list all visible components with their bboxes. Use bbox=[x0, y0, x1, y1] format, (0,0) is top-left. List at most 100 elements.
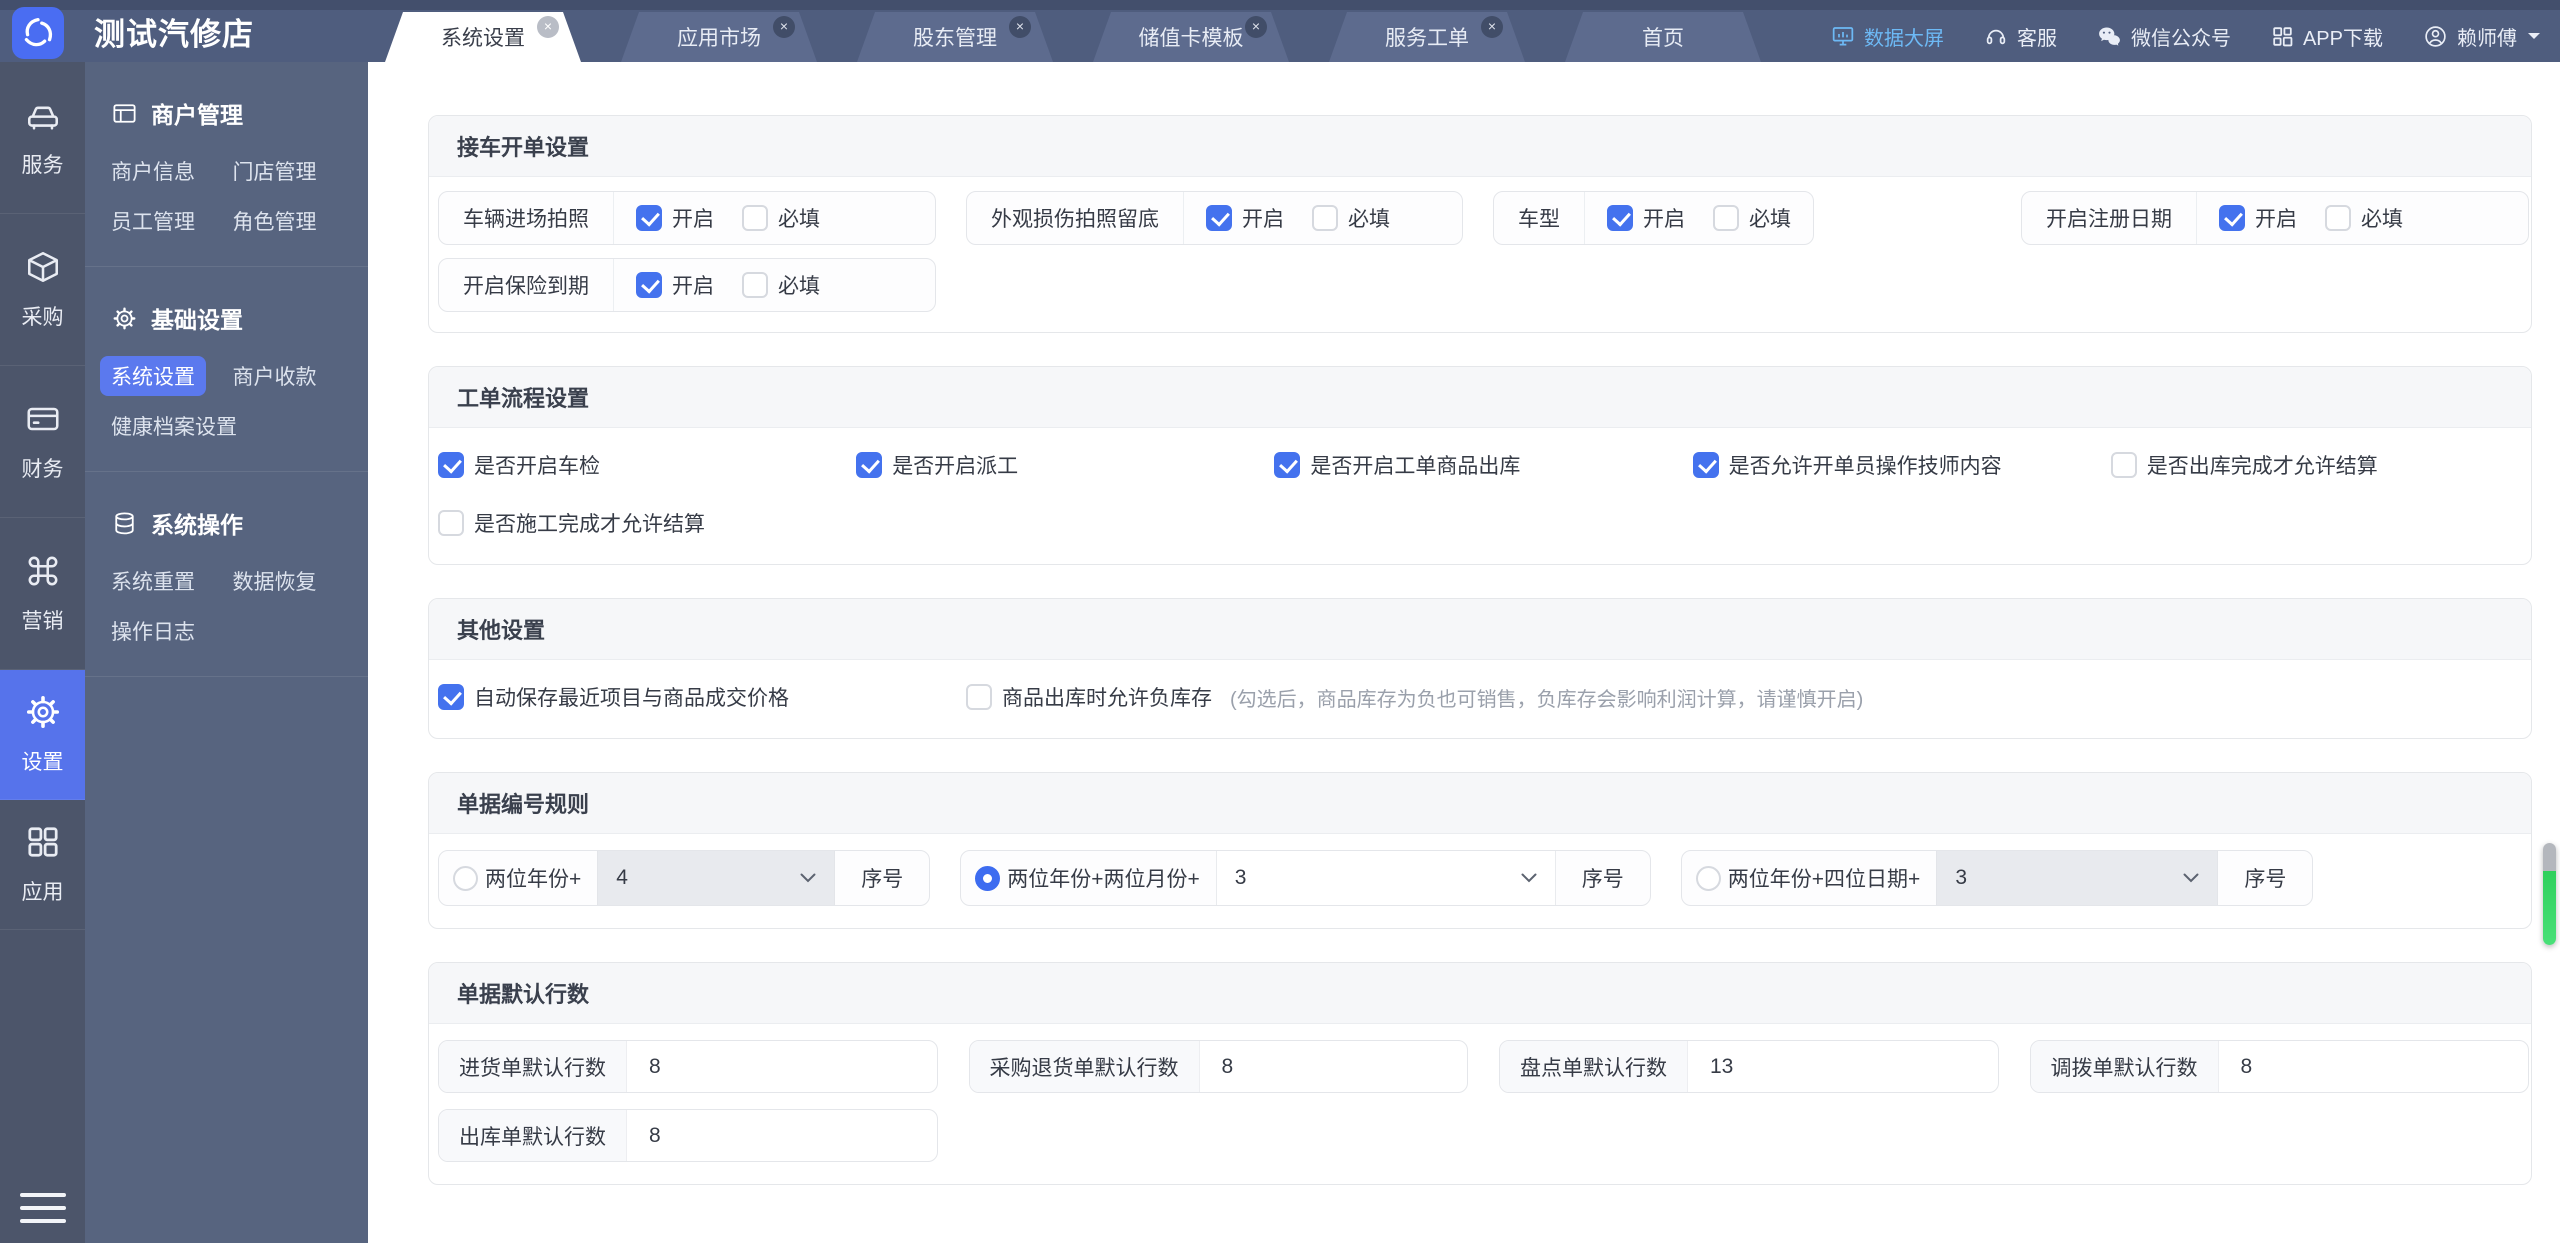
workflow-check-inspection: 是否开启车检 bbox=[438, 450, 856, 480]
brand-logo-icon bbox=[12, 7, 64, 59]
close-icon[interactable]: × bbox=[1481, 16, 1503, 38]
nav-rail: 服务 采购 财务 营销 设置 应用 bbox=[0, 62, 85, 1243]
submenu-section-system-ops: 系统操作 系统重置 数据恢复 操作日志 bbox=[85, 472, 368, 677]
rail-item-finance[interactable]: 财务 bbox=[0, 366, 85, 518]
checkbox-on[interactable] bbox=[1206, 205, 1232, 231]
rail-item-settings[interactable]: 设置 bbox=[0, 670, 85, 800]
field-stocktake-rows: 盘点单默认行数 13 bbox=[1499, 1040, 1999, 1093]
digits-select[interactable]: 3 bbox=[1936, 851, 2219, 905]
menu-toggle-icon[interactable] bbox=[0, 1193, 85, 1223]
tab-system-settings[interactable]: 系统设置 × bbox=[385, 12, 581, 62]
tab-shareholder[interactable]: 股东管理 × bbox=[857, 12, 1053, 62]
checkbox-required[interactable] bbox=[2325, 205, 2351, 231]
panel-title: 工单流程设置 bbox=[429, 367, 2531, 428]
submenu-item-role-management[interactable]: 角色管理 bbox=[233, 202, 355, 240]
checkbox-required[interactable] bbox=[1312, 205, 1338, 231]
tab-value-card-template[interactable]: 储值卡模板 × bbox=[1093, 12, 1289, 62]
scrollbar-thumb[interactable] bbox=[2543, 843, 2556, 945]
close-icon[interactable]: × bbox=[1009, 16, 1031, 38]
rows-input[interactable]: 13 bbox=[1688, 1041, 1998, 1092]
wechat-official-link[interactable]: 微信公众号 bbox=[2097, 22, 2231, 51]
panel-title: 接车开单设置 bbox=[429, 116, 2531, 177]
setting-card-vehicle-model: 车型 开启 必填 bbox=[1493, 191, 1814, 245]
user-menu[interactable]: 赖师傅 bbox=[2423, 22, 2540, 51]
chevron-down-icon bbox=[800, 873, 816, 883]
app-grid-icon bbox=[2273, 26, 2293, 46]
checkbox-on[interactable] bbox=[2219, 205, 2245, 231]
other-check-negative-stock: 商品出库时允许负库存 (勾选后，商品库存为负也可销售，负库存会影响利润计算，请谨慎… bbox=[966, 682, 2529, 712]
numbering-option-year: 两位年份+ 4 序号 bbox=[438, 850, 931, 906]
close-icon[interactable]: × bbox=[537, 16, 559, 38]
checkbox[interactable] bbox=[2110, 452, 2137, 478]
panel-workflow-settings: 工单流程设置 是否开启车检 是否开启派工 是否开启工单商品出库 是否允许开单员操… bbox=[428, 366, 2532, 565]
settings-submenu: 商户管理 商户信息 门店管理 员工管理 角色管理 基础设置 系统设置 商户收款 … bbox=[85, 62, 368, 1243]
setting-card-insurance-expiry: 开启保险到期 开启 必填 bbox=[438, 258, 936, 312]
setting-card-damage-photo: 外观损伤拍照留底 开启 必填 bbox=[966, 191, 1463, 245]
submenu-item-employee-management[interactable]: 员工管理 bbox=[111, 202, 233, 240]
checkbox[interactable] bbox=[1274, 452, 1301, 478]
main-content: 接车开单设置 车辆进场拍照 开启 必填 外观损伤拍照留底 开启 必填 车型 开启… bbox=[368, 62, 2560, 1243]
checkbox-on[interactable] bbox=[1607, 205, 1633, 231]
rail-item-apps[interactable]: 应用 bbox=[0, 800, 85, 930]
data-screen-link[interactable]: 数据大屏 bbox=[1831, 22, 1944, 51]
radio-button[interactable] bbox=[453, 865, 478, 891]
checkbox-required[interactable] bbox=[742, 205, 768, 231]
checkbox[interactable] bbox=[438, 452, 464, 478]
tab-app-market[interactable]: 应用市场 × bbox=[621, 12, 817, 62]
rows-input[interactable]: 8 bbox=[627, 1110, 937, 1161]
close-icon[interactable]: × bbox=[1245, 16, 1267, 38]
submenu-item-operation-log[interactable]: 操作日志 bbox=[111, 612, 354, 650]
submenu-item-merchant-info[interactable]: 商户信息 bbox=[111, 152, 233, 190]
rail-item-purchase[interactable]: 采购 bbox=[0, 214, 85, 366]
checkbox[interactable] bbox=[1692, 452, 1719, 478]
radio-button[interactable] bbox=[1695, 865, 1721, 891]
car-icon bbox=[27, 106, 58, 130]
submenu-section-title: 商户管理 bbox=[85, 96, 368, 130]
setting-card-vehicle-entry-photo: 车辆进场拍照 开启 必填 bbox=[438, 191, 936, 245]
rows-input[interactable]: 8 bbox=[2219, 1041, 2529, 1092]
chevron-down-icon bbox=[2528, 33, 2540, 45]
submenu-item-store-management[interactable]: 门店管理 bbox=[233, 152, 355, 190]
top-bar: 测试汽修店 系统设置 × 应用市场 × 股东管理 × 储值卡模板 × 服务工单 … bbox=[0, 0, 2560, 62]
workflow-check-clerk-technician: 是否允许开单员操作技师内容 bbox=[1692, 450, 2111, 480]
close-icon[interactable]: × bbox=[773, 16, 795, 38]
submenu-item-health-archive-settings[interactable]: 健康档案设置 bbox=[111, 407, 354, 445]
tab-label: 首页 bbox=[1642, 27, 1684, 50]
gear-icon bbox=[113, 307, 136, 329]
tab-label: 储值卡模板 bbox=[1138, 27, 1244, 50]
submenu-item-data-recovery[interactable]: 数据恢复 bbox=[233, 562, 355, 600]
tab-service-order[interactable]: 服务工单 × bbox=[1329, 12, 1525, 62]
tab-home[interactable]: 首页 bbox=[1565, 12, 1761, 62]
checkbox-on[interactable] bbox=[636, 272, 662, 298]
checkbox[interactable] bbox=[856, 452, 883, 478]
radio-button[interactable] bbox=[975, 865, 1001, 891]
submenu-item-system-settings[interactable]: 系统设置 bbox=[100, 356, 233, 396]
rows-input[interactable]: 8 bbox=[627, 1041, 937, 1092]
tab-label: 服务工单 bbox=[1385, 27, 1469, 50]
panel-numbering-rules: 单据编号规则 两位年份+ 4 序号 两位年份+两位月份+ 3 序号 两位年份+四… bbox=[428, 772, 2532, 929]
digits-select[interactable]: 3 bbox=[1215, 851, 1556, 905]
submenu-item-system-reset[interactable]: 系统重置 bbox=[111, 562, 233, 600]
panel-reception-settings: 接车开单设置 车辆进场拍照 开启 必填 外观损伤拍照留底 开启 必填 车型 开启… bbox=[428, 115, 2532, 333]
workflow-check-construction-before-settle: 是否施工完成才允许结算 bbox=[438, 508, 856, 538]
support-link[interactable]: 客服 bbox=[1984, 22, 2057, 51]
checkbox-on[interactable] bbox=[636, 205, 662, 231]
field-outbound-rows: 出库单默认行数 8 bbox=[438, 1109, 938, 1162]
checkbox-required[interactable] bbox=[742, 272, 768, 298]
rail-item-marketing[interactable]: 营销 bbox=[0, 518, 85, 670]
checkbox[interactable] bbox=[438, 684, 464, 710]
digits-select[interactable]: 4 bbox=[597, 851, 836, 905]
brand-name: 测试汽修店 bbox=[94, 16, 254, 52]
checkbox[interactable] bbox=[438, 510, 464, 536]
app-download-link[interactable]: APP下载 bbox=[2271, 22, 2383, 51]
rail-item-service[interactable]: 服务 bbox=[0, 62, 85, 214]
submenu-item-merchant-collection[interactable]: 商户收款 bbox=[233, 357, 355, 395]
rows-input[interactable]: 8 bbox=[1200, 1041, 1468, 1092]
submenu-section-basic: 基础设置 系统设置 商户收款 健康档案设置 bbox=[85, 267, 368, 472]
checkbox[interactable] bbox=[966, 684, 992, 710]
cube-icon bbox=[27, 252, 58, 282]
checkbox-required[interactable] bbox=[1713, 205, 1739, 231]
panel-title: 单据编号规则 bbox=[429, 773, 2531, 834]
workflow-check-dispatch: 是否开启派工 bbox=[856, 450, 1274, 480]
setting-card-registration-date: 开启注册日期 开启 必填 bbox=[2021, 191, 2529, 245]
